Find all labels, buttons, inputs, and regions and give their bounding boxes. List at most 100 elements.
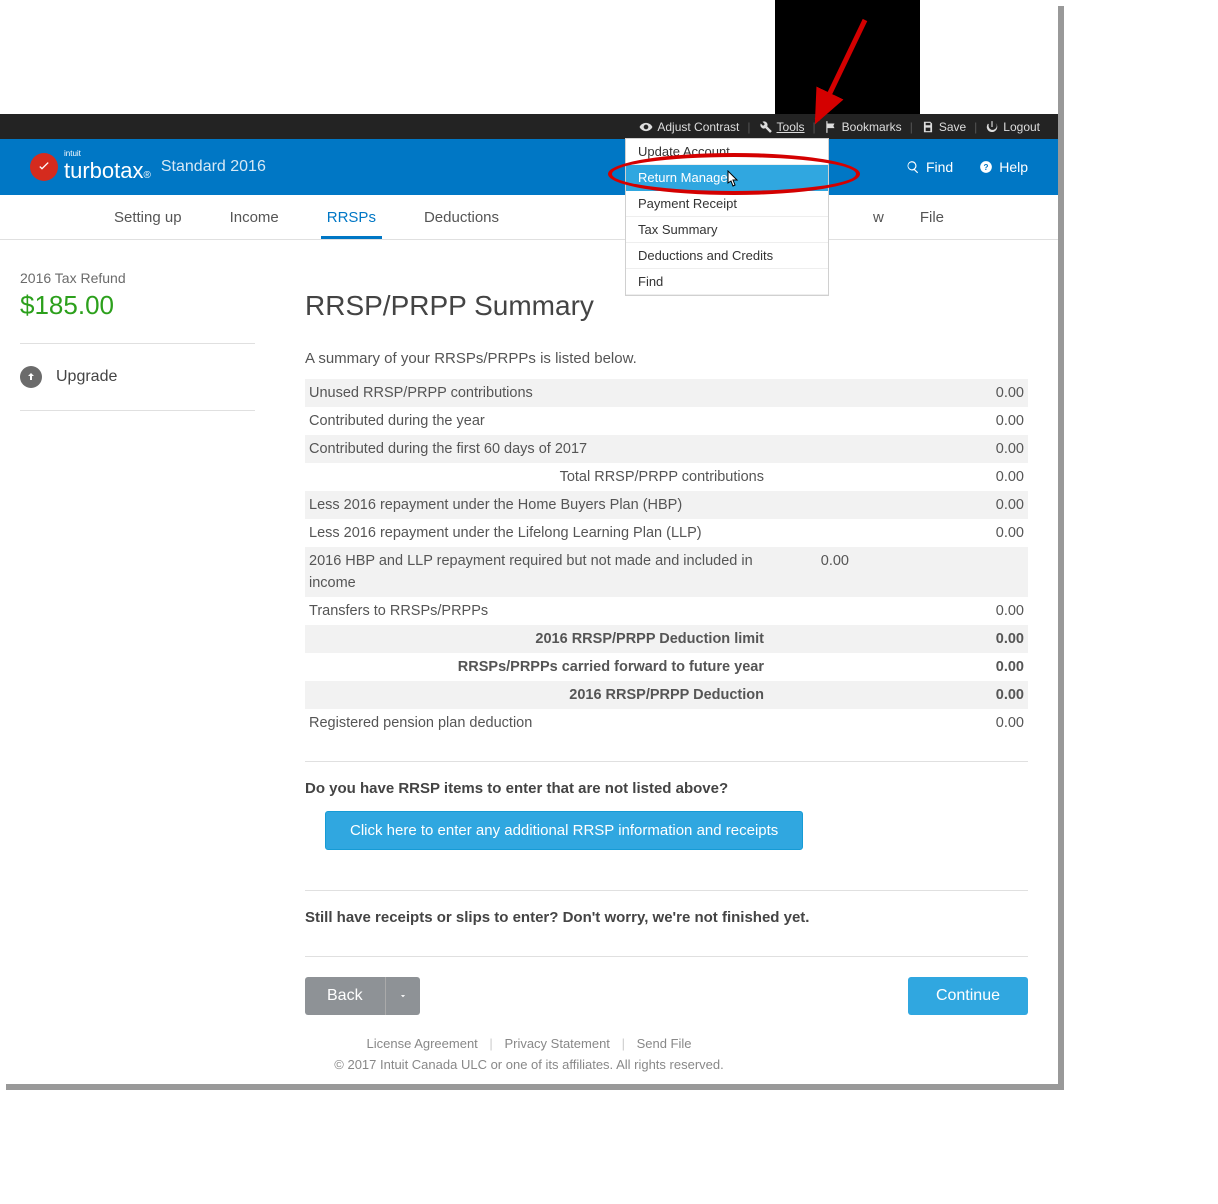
save-label: Save bbox=[939, 120, 966, 134]
row-value: 0.00 bbox=[944, 600, 1024, 622]
logo-parent: intuit bbox=[64, 150, 151, 158]
tools-menu-item[interactable]: Payment Receipt bbox=[626, 191, 828, 217]
tab-deductions[interactable]: Deductions bbox=[400, 195, 523, 239]
table-row: Transfers to RRSPs/PRPPs0.00 bbox=[305, 597, 1028, 625]
row-label: Contributed during the first 60 days of … bbox=[309, 438, 944, 460]
row-value: 0.00 bbox=[944, 410, 1024, 432]
bookmarks-link[interactable]: Bookmarks bbox=[824, 120, 902, 134]
upgrade-label: Upgrade bbox=[56, 368, 117, 386]
tab-income[interactable]: Income bbox=[206, 195, 303, 239]
logo-check-circle bbox=[30, 153, 58, 181]
logout-label: Logout bbox=[1003, 120, 1040, 134]
upgrade-icon bbox=[20, 366, 42, 388]
table-row: Less 2016 repayment under the Lifelong L… bbox=[305, 519, 1028, 547]
tab-setting-up[interactable]: Setting up bbox=[90, 195, 206, 239]
tools-menu-item[interactable]: Find bbox=[626, 269, 828, 295]
summary-subtitle: A summary of your RRSPs/PRPPs is listed … bbox=[305, 350, 1028, 367]
privacy-link[interactable]: Privacy Statement bbox=[504, 1036, 610, 1051]
help-icon: ? bbox=[979, 160, 993, 174]
row-label: 2016 RRSP/PRPP Deduction limit bbox=[309, 628, 944, 650]
search-icon bbox=[906, 160, 920, 174]
tab-file[interactable]: File bbox=[896, 195, 968, 239]
row-value: 0.00 bbox=[944, 628, 1024, 650]
row-label: Registered pension plan deduction bbox=[309, 712, 944, 734]
table-row: Total RRSP/PRPP contributions0.00 bbox=[305, 463, 1028, 491]
logo-text: intuit turbotax® bbox=[64, 150, 151, 184]
back-button[interactable]: Back bbox=[305, 977, 386, 1015]
nav-tabs: Setting up Income RRSPs Deductions w Fil… bbox=[0, 195, 1058, 240]
refund-label: 2016 Tax Refund bbox=[20, 270, 255, 286]
find-link[interactable]: Find bbox=[906, 159, 953, 175]
row-label: RRSPs/PRPPs carried forward to future ye… bbox=[309, 656, 944, 678]
separator: | bbox=[747, 120, 750, 134]
table-row: 2016 HBP and LLP repayment required but … bbox=[305, 547, 1028, 597]
refund-amount: $185.00 bbox=[20, 290, 255, 321]
back-dropdown[interactable] bbox=[386, 977, 420, 1015]
row-label: Transfers to RRSPs/PRPPs bbox=[309, 600, 944, 622]
summary-table: Unused RRSP/PRPP contributions0.00Contri… bbox=[305, 379, 1028, 737]
sendfile-link[interactable]: Send File bbox=[637, 1036, 692, 1051]
help-link[interactable]: ? Help bbox=[979, 159, 1028, 175]
find-label: Find bbox=[926, 159, 953, 175]
row-value: 0.00 bbox=[944, 656, 1024, 678]
row-label: 2016 RRSP/PRPP Deduction bbox=[309, 684, 944, 706]
table-row: Unused RRSP/PRPP contributions0.00 bbox=[305, 379, 1028, 407]
row-label: Total RRSP/PRPP contributions bbox=[309, 466, 944, 488]
black-tab-placeholder bbox=[775, 0, 920, 114]
main-content: RRSP/PRPP Summary A summary of your RRSP… bbox=[275, 240, 1058, 1084]
table-row: Registered pension plan deduction0.00 bbox=[305, 709, 1028, 737]
tools-menu-item[interactable]: Update Account bbox=[626, 139, 828, 165]
copyright: © 2017 Intuit Canada ULC or one of its a… bbox=[0, 1057, 1058, 1072]
chevron-down-icon bbox=[398, 991, 408, 1001]
tab-review-hidden[interactable]: w bbox=[861, 195, 896, 239]
separator: | bbox=[813, 120, 816, 134]
row-value: 0.00 bbox=[944, 494, 1024, 516]
tools-menu-item[interactable]: Deductions and Credits bbox=[626, 243, 828, 269]
tools-menu: Update AccountReturn ManagerPayment Rece… bbox=[625, 138, 829, 296]
table-row: Contributed during the first 60 days of … bbox=[305, 435, 1028, 463]
row-value: 0.00 bbox=[769, 550, 849, 594]
license-link[interactable]: License Agreement bbox=[367, 1036, 478, 1051]
row-label: Less 2016 repayment under the Lifelong L… bbox=[309, 522, 944, 544]
row-value: 0.00 bbox=[944, 382, 1024, 404]
flag-icon bbox=[824, 120, 838, 134]
row-label: Less 2016 repayment under the Home Buyer… bbox=[309, 494, 944, 516]
bookmarks-label: Bookmarks bbox=[842, 120, 902, 134]
save-link[interactable]: Save bbox=[921, 120, 966, 134]
row-value: 0.00 bbox=[944, 466, 1024, 488]
logo-edition: Standard 2016 bbox=[161, 158, 266, 176]
row-label: 2016 HBP and LLP repayment required but … bbox=[309, 550, 769, 594]
adjust-contrast-link[interactable]: Adjust Contrast bbox=[639, 120, 739, 134]
logout-link[interactable]: Logout bbox=[985, 120, 1040, 134]
upgrade-link[interactable]: Upgrade bbox=[20, 366, 255, 388]
row-value: 0.00 bbox=[944, 522, 1024, 544]
save-icon bbox=[921, 120, 935, 134]
table-row: Contributed during the year0.00 bbox=[305, 407, 1028, 435]
sidebar: 2016 Tax Refund $185.00 Upgrade bbox=[0, 240, 275, 1084]
continue-button[interactable]: Continue bbox=[908, 977, 1028, 1015]
tab-rrsps[interactable]: RRSPs bbox=[303, 195, 400, 239]
row-label: Contributed during the year bbox=[309, 410, 944, 432]
row-value: 0.00 bbox=[944, 684, 1024, 706]
power-icon bbox=[985, 120, 999, 134]
separator: | bbox=[974, 120, 977, 134]
table-row: RRSPs/PRPPs carried forward to future ye… bbox=[305, 653, 1028, 681]
additional-rrsp-button[interactable]: Click here to enter any additional RRSP … bbox=[325, 811, 803, 850]
separator: | bbox=[910, 120, 913, 134]
row-value: 0.00 bbox=[944, 712, 1024, 734]
row-label: Unused RRSP/PRPP contributions bbox=[309, 382, 944, 404]
row-value: 0.00 bbox=[944, 438, 1024, 460]
tools-menu-item[interactable]: Tax Summary bbox=[626, 217, 828, 243]
tools-menu-item[interactable]: Return Manager bbox=[626, 165, 828, 191]
back-button-group: Back bbox=[305, 977, 420, 1015]
still-have-receipts-note: Still have receipts or slips to enter? D… bbox=[305, 909, 1028, 926]
tools-link[interactable]: Tools bbox=[759, 120, 805, 134]
blue-header: intuit turbotax® Standard 2016 Find ? He… bbox=[0, 139, 1058, 195]
footer: License Agreement | Privacy Statement | … bbox=[0, 1036, 1058, 1072]
eye-icon bbox=[639, 120, 653, 134]
adjust-contrast-label: Adjust Contrast bbox=[657, 120, 739, 134]
wrench-icon bbox=[759, 120, 773, 134]
topbar: Adjust Contrast | Tools | Bookmarks | Sa… bbox=[0, 114, 1058, 139]
table-row: Less 2016 repayment under the Home Buyer… bbox=[305, 491, 1028, 519]
tools-label: Tools bbox=[777, 120, 805, 134]
